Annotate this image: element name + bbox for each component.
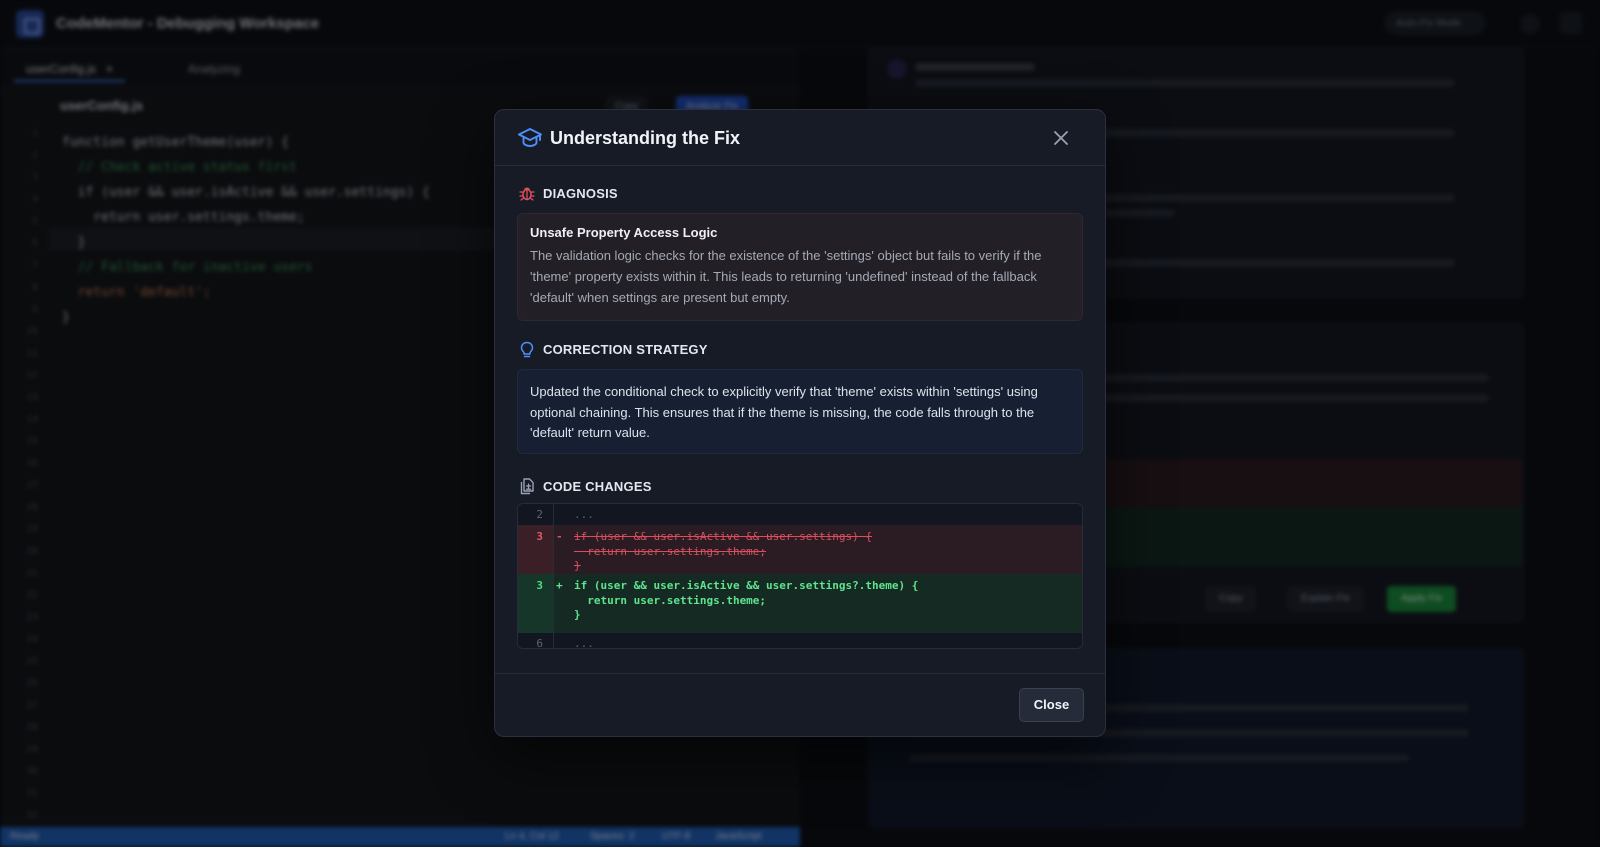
diff-line-number: 3	[518, 574, 554, 633]
diff-code: ...	[574, 637, 594, 649]
diagnosis-text: The validation logic checks for the exis…	[530, 248, 1042, 305]
diff-line-number: 2	[518, 504, 554, 525]
understanding-fix-dialog: Understanding the Fix DIAGNOSIS Unsafe P…	[494, 109, 1106, 737]
strategy-label: CORRECTION STRATEGY	[543, 342, 708, 357]
dialog-title: Understanding the Fix	[550, 128, 741, 148]
lightbulb-icon	[520, 341, 534, 358]
code-diff: 2... 3- if (user && user.isActive && user.…	[517, 503, 1083, 649]
dialog-header: Understanding the Fix	[495, 110, 1105, 166]
diagnosis-box: Unsafe Property Access Logic The validat…	[517, 213, 1083, 321]
strategy-text: Updated the conditional check to explici…	[530, 384, 1038, 440]
diff-line-number: 6	[518, 633, 554, 648]
strategy-box: Updated the conditional check to explici…	[517, 369, 1083, 454]
graduation-cap-icon	[518, 128, 542, 147]
diff-code: if (user && user.isActive && user.settin…	[574, 530, 873, 572]
dialog-footer: Close	[495, 673, 1105, 736]
close-icon[interactable]	[1051, 128, 1071, 148]
diff-sign: -	[556, 530, 563, 543]
code-changes-label: CODE CHANGES	[543, 479, 652, 494]
file-diff-icon	[520, 478, 534, 495]
diff-line-number: 3	[518, 525, 554, 574]
close-button[interactable]: Close	[1019, 688, 1084, 722]
diff-row-ctx: 6...	[518, 633, 1082, 649]
diff-code: ...	[574, 508, 594, 521]
diagnosis-label: DIAGNOSIS	[543, 186, 618, 201]
diff-sign: +	[556, 579, 563, 592]
diff-code: if (user && user.isActive && user.settin…	[574, 579, 919, 621]
diff-row-ctx: 2...	[518, 504, 1082, 525]
diff-row-add: 3 + if (user && user.isActive && user.sett…	[518, 574, 1082, 633]
diff-row-del: 3- if (user && user.isActive && user.sett…	[518, 525, 1082, 574]
bug-icon	[519, 187, 535, 201]
diagnosis-heading: Unsafe Property Access Logic	[530, 225, 718, 240]
